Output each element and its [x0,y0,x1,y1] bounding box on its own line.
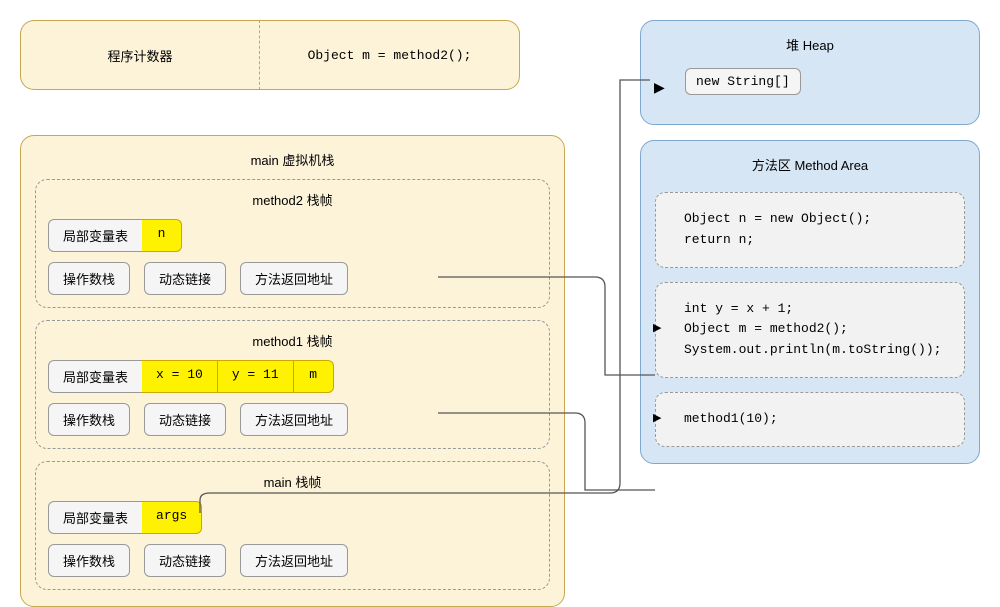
operand-stack-chip: 操作数栈 [48,544,130,577]
lvt-label: 局部变量表 [48,501,142,534]
lvt-label: 局部变量表 [48,360,142,393]
lvt-var: y = 11 [218,360,294,393]
operand-stack-chip: 操作数栈 [48,262,130,295]
stack-frame-method1: method1 栈帧 局部变量表 x = 10 y = 11 m 操作数栈 动态… [35,320,550,449]
heap-panel: 堆 Heap ▶ new String[] [640,20,980,125]
heap-object: new String[] [685,68,801,95]
code-line: return n; [684,230,950,251]
program-counter-code: Object m = method2(); [260,20,520,90]
code-block-main: ▶ method1(10); [655,392,965,447]
local-variable-table: 局部变量表 n [48,219,537,252]
frame-title: main 栈帧 [48,472,537,491]
arrow-icon: ▶ [654,79,665,96]
code-block-method2: Object n = new Object(); return n; [655,192,965,268]
stack-frame-main: main 栈帧 局部变量表 args 操作数栈 动态链接 方法返回地址 [35,461,550,590]
lvt-label: 局部变量表 [48,219,142,252]
dynamic-link-chip: 动态链接 [144,262,226,295]
code-line: Object m = method2(); [684,319,950,340]
vm-stack-title: main 虚拟机栈 [35,150,550,169]
code-line: System.out.println(m.toString()); [684,340,950,361]
dynamic-link-chip: 动态链接 [144,403,226,436]
method-area-title: 方法区 Method Area [655,155,965,174]
lvt-var: x = 10 [142,360,218,393]
code-block-method1: ▶ int y = x + 1; Object m = method2(); S… [655,282,965,378]
lvt-var: n [142,219,182,252]
dynamic-link-chip: 动态链接 [144,544,226,577]
method-area-panel: 方法区 Method Area Object n = new Object();… [640,140,980,464]
local-variable-table: 局部变量表 args [48,501,537,534]
program-counter-title: 程序计数器 [20,20,260,90]
vm-stack-panel: main 虚拟机栈 method2 栈帧 局部变量表 n 操作数栈 动态链接 方… [20,135,565,607]
code-line: method1(10); [684,409,950,430]
return-address-chip: 方法返回地址 [240,544,348,577]
arrow-icon: ▶ [653,411,661,429]
operand-stack-chip: 操作数栈 [48,403,130,436]
return-address-chip: 方法返回地址 [240,262,348,295]
frame-title: method1 栈帧 [48,331,537,350]
heap-title: 堆 Heap [655,35,965,54]
code-line: int y = x + 1; [684,299,950,320]
lvt-var: args [142,501,202,534]
return-address-chip: 方法返回地址 [240,403,348,436]
local-variable-table: 局部变量表 x = 10 y = 11 m [48,360,537,393]
lvt-var: m [294,360,334,393]
code-line: Object n = new Object(); [684,209,950,230]
stack-frame-method2: method2 栈帧 局部变量表 n 操作数栈 动态链接 方法返回地址 [35,179,550,308]
frame-title: method2 栈帧 [48,190,537,209]
arrow-icon: ▶ [653,321,661,339]
